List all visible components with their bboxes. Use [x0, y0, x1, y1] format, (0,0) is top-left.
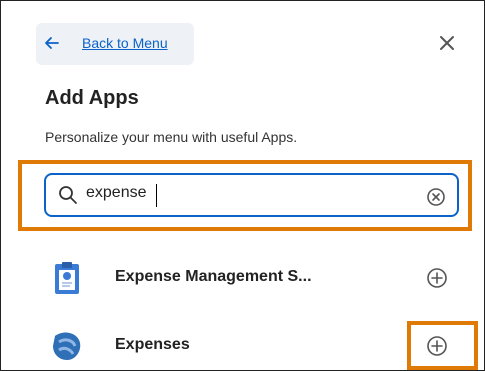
back-to-menu-label: Back to Menu: [82, 35, 168, 51]
add-button-highlight-box: [407, 321, 478, 370]
arrow-left-icon: [45, 37, 59, 49]
app-label: Expenses: [115, 336, 190, 353]
expenses-app-icon: [53, 332, 81, 360]
close-icon[interactable]: [435, 31, 459, 55]
app-label: Expense Management S...: [115, 268, 312, 285]
page-title: Add Apps: [45, 87, 139, 109]
search-highlight-box: [18, 160, 472, 231]
clipboard-app-icon: [55, 262, 79, 294]
add-circle-icon[interactable]: [425, 266, 449, 290]
add-apps-panel: Back to Menu Add Apps Personalize your m…: [0, 0, 485, 371]
back-to-menu-button[interactable]: Back to Menu: [36, 23, 194, 65]
page-subtitle: Personalize your menu with useful Apps.: [45, 129, 298, 145]
app-row-expense-management[interactable]: Expense Management S...: [41, 254, 481, 302]
